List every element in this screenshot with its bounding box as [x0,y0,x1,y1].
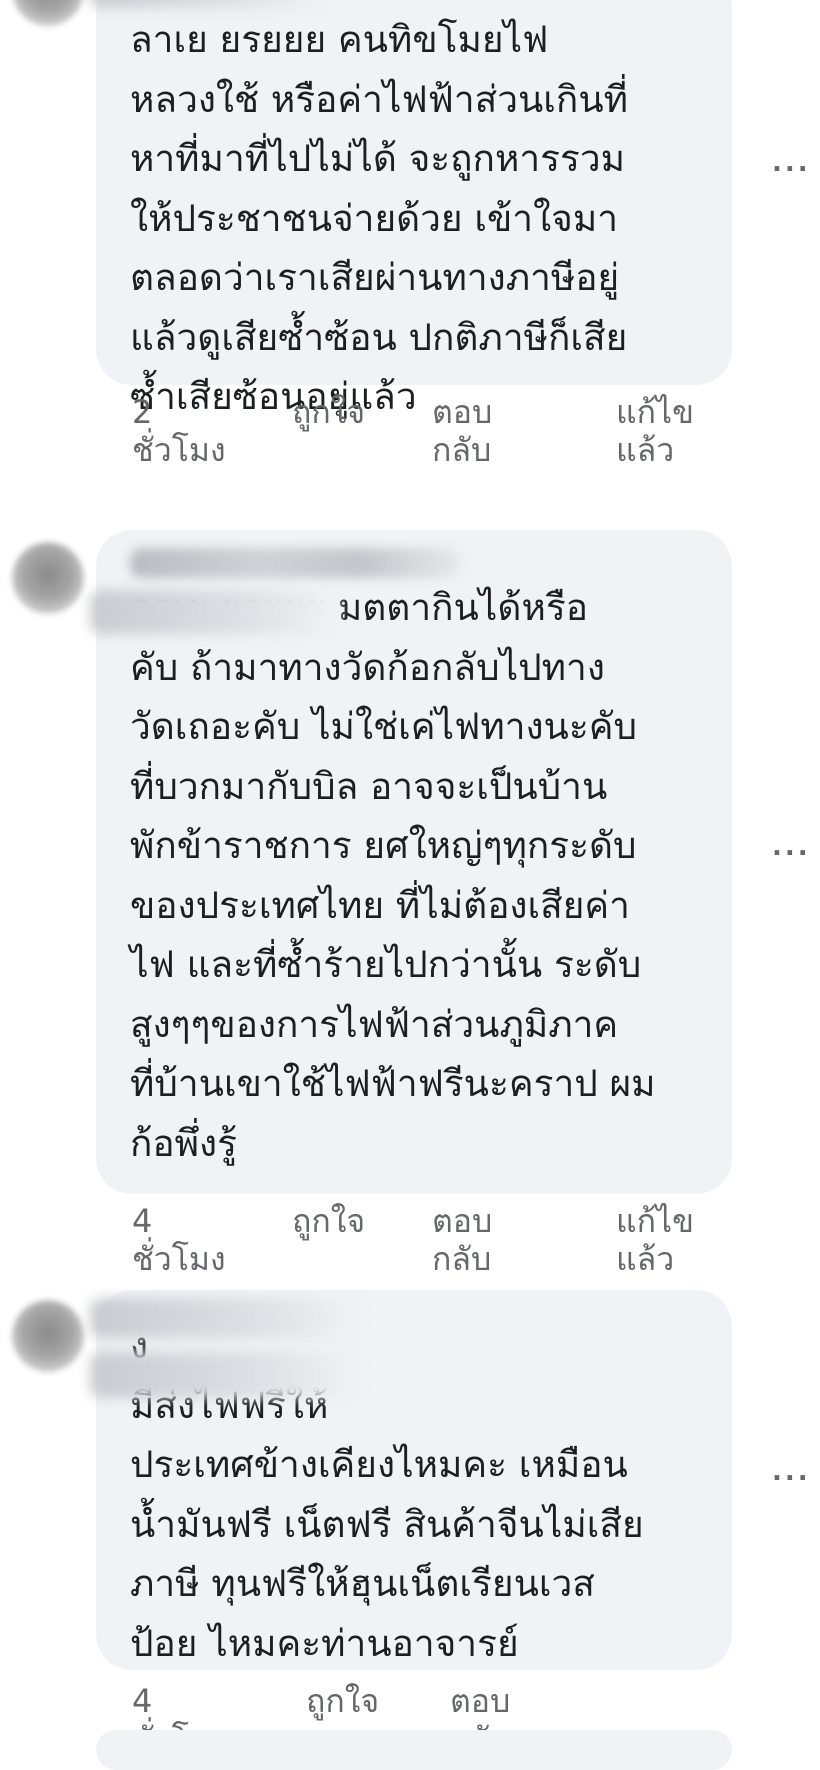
more-options-icon[interactable]: ... [772,832,811,862]
comment-bubble: ง มีส่งไฟฟรีให้ ประเทศข้างเคียงไหมคะ เหม… [90,1290,732,1670]
comment-bubble: ลาเย ยรยยย มตตากินได้หรือ คับ ถ้ามาทางวั… [90,530,732,1194]
more-options-icon[interactable]: ... [772,1457,811,1487]
comment-text: ลาเย ยรยยย มตตากินได้หรือ คับ ถ้ามาทางวั… [130,586,656,1165]
redacted-mention [90,590,338,634]
timestamp[interactable]: 2 ชั่วโมง [132,393,226,469]
reply-link[interactable]: ตอบ กลับ [432,393,492,469]
like-link[interactable]: ถูกใจ [292,393,365,431]
edited-link[interactable]: แก้ไข แล้ว [616,1202,694,1278]
author-name[interactable] [130,538,702,578]
reply-link[interactable]: ตอบ กลับ [432,1202,492,1278]
avatar[interactable] [12,0,84,26]
timestamp[interactable]: 4 ชั่วโมง [132,1202,226,1278]
avatar[interactable] [12,1300,84,1372]
next-comment-bubble [96,1730,732,1770]
like-link[interactable]: ถูกใจ [306,1682,379,1720]
avatar[interactable] [12,542,84,614]
more-options-icon[interactable]: ... [772,148,811,178]
redacted-author [130,548,460,578]
redacted-author [90,1298,360,1338]
redacted-mention [90,1352,360,1398]
comment-text: ลาเย ยรยยย คนทิขโมยไฟ หลวงใช้ หรือค่าไฟฟ… [130,18,629,418]
like-link[interactable]: ถูกใจ [292,1202,365,1240]
edited-link[interactable]: แก้ไข แล้ว [616,393,694,469]
comment-bubble: ลาเย ยรยยย คนทิขโมยไฟ หลวงใช้ หรือค่าไฟฟ… [90,0,732,418]
redacted-mention [90,0,328,8]
